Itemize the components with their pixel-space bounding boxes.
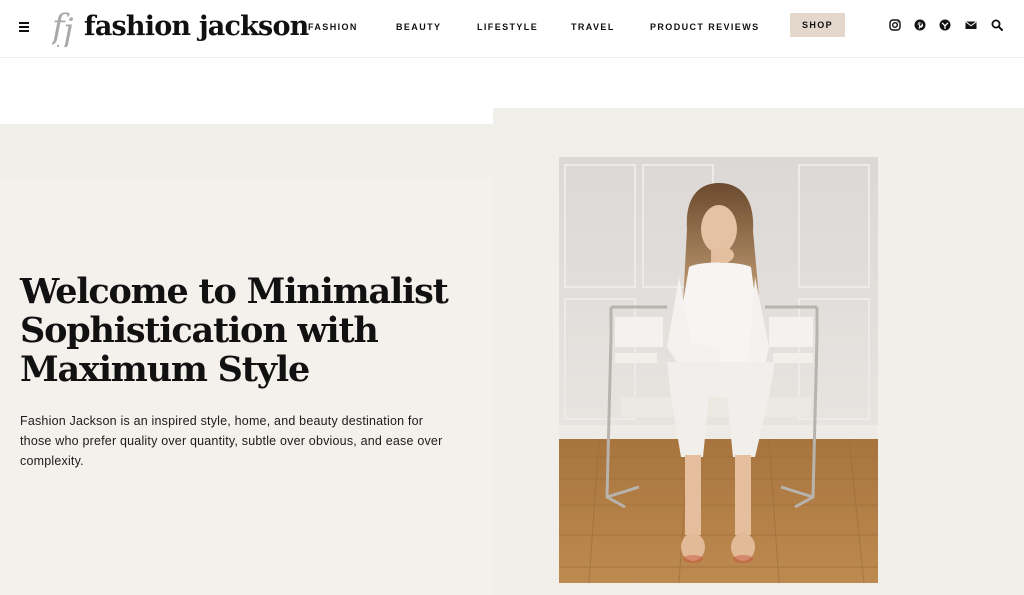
fj-monogram-icon: f j xyxy=(52,7,74,47)
hero-description: Fashion Jackson is an inspired style, ho… xyxy=(20,414,443,468)
instagram-icon[interactable] xyxy=(889,19,901,31)
site-logo[interactable]: f j fashion jackson xyxy=(52,5,309,47)
shop-button[interactable]: SHOP xyxy=(790,13,845,37)
site-header: f j fashion jackson FASHION BEAUTY LIFES… xyxy=(0,0,1024,58)
hero-left-accent xyxy=(0,124,493,178)
woman-seated-in-chair-image xyxy=(559,157,878,583)
nav-travel[interactable]: TRAVEL xyxy=(571,21,615,33)
nav-fashion[interactable]: FASHION xyxy=(308,21,358,33)
ltk-icon[interactable] xyxy=(939,19,951,31)
logo-text: fashion jackson xyxy=(84,10,309,42)
hero-photo xyxy=(559,157,878,583)
pinterest-icon[interactable] xyxy=(914,19,926,31)
nav-beauty[interactable]: BEAUTY xyxy=(396,21,441,33)
email-icon[interactable] xyxy=(965,19,977,31)
hamburger-menu-icon[interactable] xyxy=(19,20,31,32)
nav-lifestyle[interactable]: LIFESTYLE xyxy=(477,21,538,33)
hero-title: Welcome to Minimalist Sophistication wit… xyxy=(20,271,449,390)
nav-product-reviews[interactable]: PRODUCT REVIEWS xyxy=(650,21,760,33)
search-icon[interactable] xyxy=(991,19,1003,31)
